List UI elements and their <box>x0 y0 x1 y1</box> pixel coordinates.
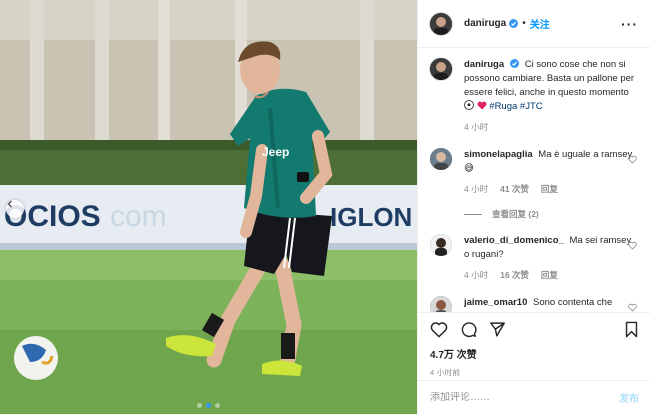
paper-plane-icon <box>490 322 505 337</box>
comment-item: simonelapaglia Ma è uguale a ramsey 😅 4 … <box>430 148 639 196</box>
verified-badge-icon <box>510 59 520 68</box>
commenter-avatar[interactable] <box>430 234 452 256</box>
previous-photo-button[interactable] <box>6 200 24 218</box>
hashtag-ruga[interactable]: #Ruga <box>489 101 517 112</box>
carousel-dot-active <box>206 403 211 408</box>
replies-divider <box>464 213 482 215</box>
commenter-username[interactable]: simonelapaglia <box>464 149 533 160</box>
carousel-dot <box>197 403 202 408</box>
comments-list[interactable]: daniruga Ci sono cose che non si possono… <box>418 58 650 312</box>
caption-time: 4 小时 <box>464 122 489 132</box>
verified-badge-icon <box>509 19 519 28</box>
like-comment-heart-icon[interactable] <box>628 241 637 250</box>
avatar-image <box>430 148 452 170</box>
red-heart-emoji-icon <box>477 101 487 110</box>
commenter-avatar[interactable] <box>430 148 452 170</box>
comment-button[interactable] <box>460 321 477 338</box>
share-button[interactable] <box>489 321 506 338</box>
post-photo[interactable]: Jeep OCIOS com IGLON <box>0 0 417 414</box>
like-comment-heart-icon[interactable] <box>628 303 637 312</box>
carousel-dot <box>215 403 220 408</box>
comment-item: valerio_di_domenico_ Ma sei ramsey o rug… <box>430 234 639 282</box>
avatar-image <box>430 58 452 80</box>
comment-likes[interactable]: 41 次赞 <box>500 182 529 196</box>
post-header: daniruga • 关注 ··· <box>418 0 650 48</box>
speech-bubble-icon <box>461 322 477 338</box>
post-actions: 4.7万 次赞 4 小时前 <box>418 312 650 378</box>
commenter-username[interactable]: jaime_omar10 <box>464 297 527 308</box>
add-comment-bar: 发布 <box>418 380 650 414</box>
post-comment-button[interactable]: 发布 <box>619 390 639 405</box>
banner-right-text: IGLON <box>330 202 412 232</box>
save-button[interactable] <box>624 321 639 338</box>
post-details-panel: daniruga • 关注 ··· daniruga Ci sono cose … <box>417 0 650 414</box>
comment-input[interactable] <box>430 392 619 403</box>
more-options-button[interactable]: ··· <box>621 16 638 32</box>
avatar-image <box>430 12 452 35</box>
like-count[interactable]: 4.7万 次赞 <box>430 346 639 361</box>
training-photo: Jeep OCIOS com IGLON <box>0 0 417 414</box>
avatar-image <box>430 234 452 256</box>
header-separator: • <box>522 18 526 29</box>
like-comment-heart-icon[interactable] <box>628 155 637 164</box>
commenter-username[interactable]: valerio_di_domenico_ <box>464 235 564 246</box>
like-button[interactable] <box>430 321 448 338</box>
commenter-avatar[interactable] <box>430 296 452 312</box>
caption-username[interactable]: daniruga <box>464 59 504 70</box>
follow-button[interactable]: 关注 <box>530 16 550 31</box>
view-replies-button[interactable]: 查看回复 (2) <box>464 208 639 220</box>
comment-time: 4 小时 <box>464 270 489 280</box>
shirt-sponsor: Jeep <box>262 145 289 159</box>
post-timestamp[interactable]: 4 小时前 <box>430 367 639 378</box>
banner-mid-text: com <box>110 200 167 233</box>
reply-button[interactable]: 回复 <box>541 268 558 282</box>
author-avatar[interactable] <box>430 12 452 35</box>
reply-button[interactable]: 回复 <box>541 182 558 196</box>
carousel-indicator <box>0 403 417 408</box>
hashtag-jtc[interactable]: #JTC <box>520 101 543 112</box>
view-replies-label: 查看回复 (2) <box>492 209 539 219</box>
comment-item: jaime_omar10 Sono contenta che <box>430 296 639 312</box>
caption-author-avatar[interactable] <box>430 58 452 80</box>
chevron-left-icon <box>7 200 12 208</box>
bookmark-icon <box>625 321 638 338</box>
author-username[interactable]: daniruga <box>464 18 506 29</box>
comment-time: 4 小时 <box>464 184 489 194</box>
heart-icon <box>430 322 448 338</box>
post-caption: daniruga Ci sono cose che non si possono… <box>430 58 639 134</box>
soccer-ball-emoji-icon <box>464 100 474 110</box>
avatar-image <box>430 296 452 312</box>
comment-likes[interactable]: 16 次赞 <box>500 268 529 282</box>
comment-text: Sono contenta che <box>533 297 613 308</box>
